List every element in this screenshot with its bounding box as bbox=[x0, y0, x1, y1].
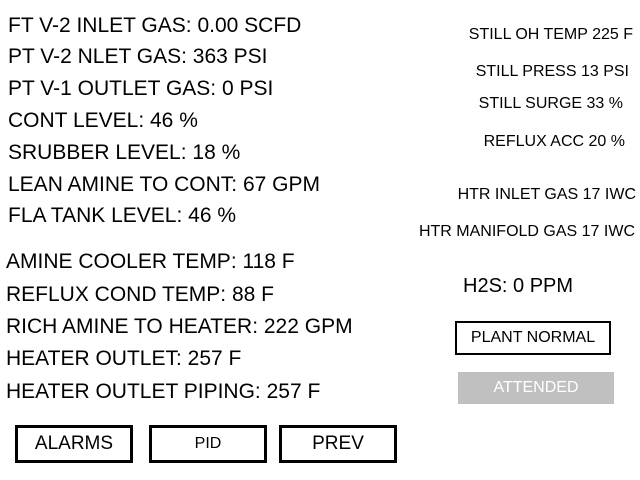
prev-button[interactable]: PREV bbox=[279, 425, 397, 463]
plant-status-indicator: PLANT NORMAL bbox=[455, 321, 611, 355]
reflux-cond-temp-readout: REFLUX COND TEMP: 88 F bbox=[6, 283, 274, 306]
fla-tank-level-readout: FLA TANK LEVEL: 46 % bbox=[8, 204, 237, 227]
ft-v2-inlet-gas-readout: FT V-2 INLET GAS: 0.00 SCFD bbox=[8, 14, 302, 37]
heater-outlet-piping-readout: HEATER OUTLET PIPING: 257 F bbox=[6, 380, 321, 403]
srubber-level-readout: SRUBBER LEVEL: 18 % bbox=[8, 141, 241, 164]
amine-cooler-temp-readout: AMINE COOLER TEMP: 118 F bbox=[6, 250, 295, 273]
still-oh-temp-readout: STILL OH TEMP 225 F bbox=[468, 26, 633, 43]
pt-v2-inlet-gas-readout: PT V-2 NLET GAS: 363 PSI bbox=[8, 45, 268, 68]
heater-outlet-readout: HEATER OUTLET: 257 F bbox=[6, 347, 242, 370]
rich-amine-readout: RICH AMINE TO HEATER: 222 GPM bbox=[6, 315, 353, 338]
still-surge-readout: STILL SURGE 33 % bbox=[478, 95, 623, 112]
cont-level-readout: CONT LEVEL: 46 % bbox=[8, 109, 198, 132]
pid-button[interactable]: PID bbox=[149, 425, 267, 463]
alarms-button[interactable]: ALARMS bbox=[15, 425, 133, 463]
lean-amine-readout: LEAN AMINE TO CONT: 67 GPM bbox=[8, 173, 320, 196]
reflux-acc-readout: REFLUX ACC 20 % bbox=[483, 133, 625, 150]
still-press-readout: STILL PRESS 13 PSI bbox=[475, 63, 629, 80]
h2s-readout: H2S: 0 PPM bbox=[463, 275, 574, 297]
htr-manifold-gas-readout: HTR MANIFOLD GAS 17 IWC bbox=[418, 223, 635, 240]
pt-v1-outlet-gas-readout: PT V-1 OUTLET GAS: 0 PSI bbox=[8, 77, 274, 100]
attended-indicator: ATTENDED bbox=[458, 372, 614, 404]
htr-inlet-gas-readout: HTR INLET GAS 17 IWC bbox=[457, 186, 636, 203]
